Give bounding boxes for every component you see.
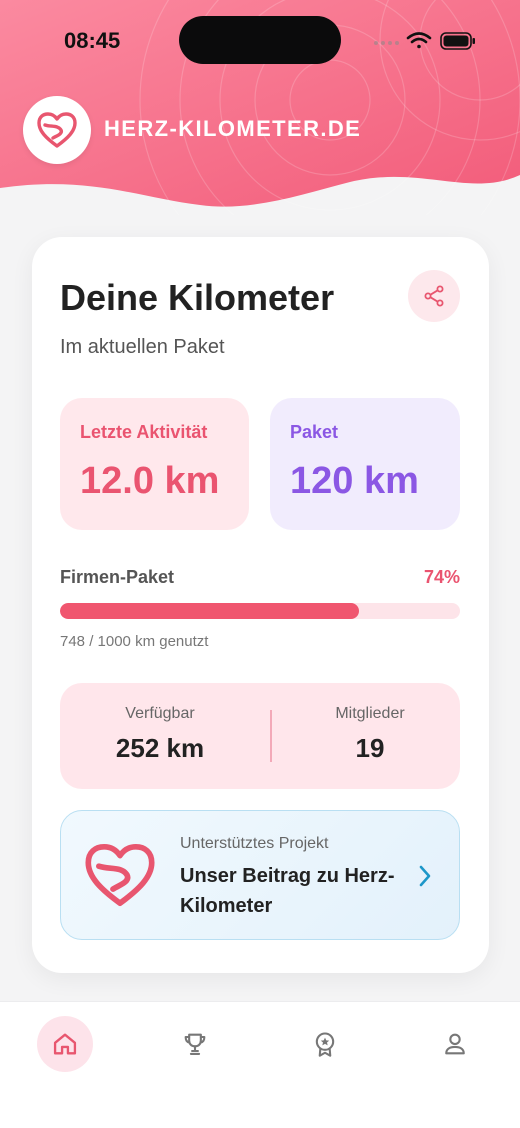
share-icon [424,285,444,307]
company-package-caption: 748 / 1000 km genutzt [60,633,209,650]
available-stat: Verfügbar 252 km [60,705,260,764]
availability-box: Verfügbar 252 km Mitglieder 19 [60,683,460,789]
project-label: Unterstütztes Projekt [180,835,329,852]
share-button[interactable] [408,270,460,322]
company-package-progress-fill [60,603,360,619]
package-value: 120 km [290,460,419,502]
app-header: 08:45 HERZ-KILOMETER.DE [0,0,520,215]
card-title: Deine Kilometer [60,277,335,318]
tab-profile[interactable] [427,1016,483,1072]
kilometer-card: Deine Kilometer Im aktuellen Paket Letzt… [32,237,489,973]
tab-trophies[interactable] [167,1016,223,1072]
company-package-label: Firmen-Paket [60,567,175,587]
brand-name: HERZ-KILOMETER.DE [104,116,362,141]
bottom-tab-bar [0,1001,520,1128]
project-title: Unser Beitrag zu Herz-Kilometer [180,865,395,917]
members-label: Mitglieder [335,705,405,722]
heart-road-icon [37,112,77,148]
card-subtitle: Im aktuellen Paket [60,336,225,358]
last-activity-value: 12.0 km [80,460,220,502]
tab-awards[interactable] [297,1016,353,1072]
members-stat: Mitglieder 19 [270,705,470,764]
brand-logo[interactable] [23,96,91,164]
status-time: 08:45 [64,28,121,53]
members-value: 19 [355,733,385,763]
dynamic-island [179,16,341,64]
supported-project-link[interactable]: Unterstütztes Projekt Unser Beitrag zu H… [60,810,460,940]
signal-icon [374,41,399,45]
last-activity-label: Letzte Aktivität [80,422,208,442]
last-activity-box: Letzte Aktivität 12.0 km [60,398,249,530]
battery-icon [440,32,475,50]
award-badge-icon [315,1032,335,1057]
home-icon [53,1033,77,1055]
status-icons [374,32,475,50]
chevron-right-icon [419,865,431,887]
package-label: Paket [290,422,339,442]
available-value: 252 km [115,733,205,763]
company-package-progress-bar [60,603,460,619]
wifi-icon [406,32,432,49]
heart-road-icon [85,843,155,907]
package-box: Paket 120 km [270,398,460,530]
tab-home[interactable] [37,1016,93,1072]
profile-icon [445,1033,465,1055]
company-package-percent: 74% [423,567,460,587]
available-label: Verfügbar [125,705,195,722]
trophy-icon [184,1033,206,1055]
